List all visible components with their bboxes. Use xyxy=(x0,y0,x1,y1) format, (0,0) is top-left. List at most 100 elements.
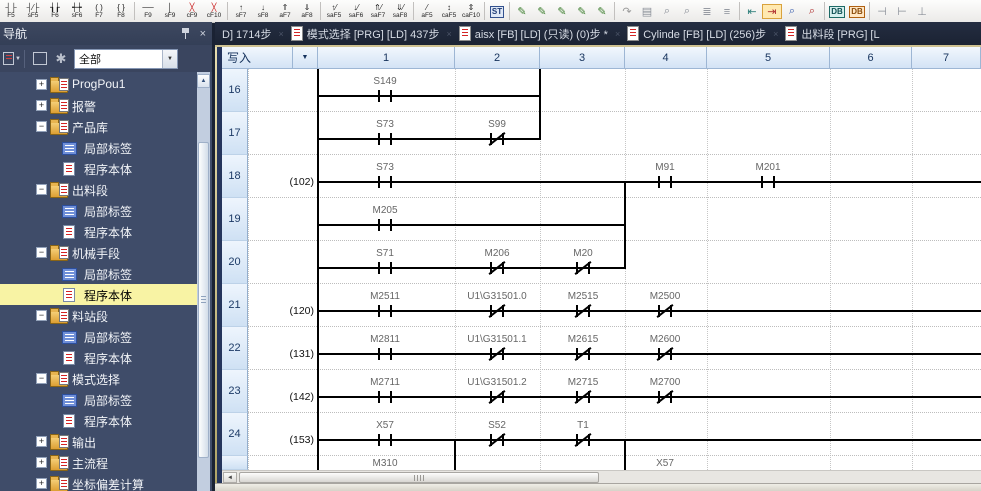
row-number-24[interactable]: 24 xyxy=(222,413,248,456)
collapse-all-button[interactable] xyxy=(31,50,49,68)
expand-plus-icon[interactable]: + xyxy=(36,478,47,489)
tree-item[interactable]: 局部标签 xyxy=(0,326,197,347)
tab-5[interactable]: 出料段 [PRG] [L xyxy=(778,22,886,45)
tree-item[interactable]: 程序本体 xyxy=(0,347,197,368)
scroll-left-arrow-icon[interactable]: ◄ xyxy=(223,472,237,483)
pin-icon[interactable] xyxy=(181,28,190,39)
find-in-document-icon[interactable]: ⌕ xyxy=(657,5,677,18)
device-batch-monitor-icon[interactable]: DB xyxy=(827,5,847,18)
toolbar-button-F7[interactable]: ( ) F7 xyxy=(88,0,110,22)
open-contact[interactable] xyxy=(378,133,380,145)
tree-item[interactable]: 程序本体 xyxy=(0,221,197,242)
expand-plus-icon[interactable]: + xyxy=(36,457,47,468)
add-line-icon[interactable]: ≣ xyxy=(697,5,717,18)
toolbar-button-aF7[interactable]: ⇑ aF7 xyxy=(274,0,296,22)
toolbar-button-aF5[interactable]: ⁄ aF5 xyxy=(416,0,438,22)
row-number-21[interactable]: 21 xyxy=(222,284,248,327)
ladder-scrollbar-thumb[interactable] xyxy=(239,472,599,483)
gear-icon[interactable]: ✱ xyxy=(52,50,70,68)
open-contact[interactable] xyxy=(390,434,392,446)
edit-statement-icon[interactable]: ✎ xyxy=(592,5,612,18)
expand-plus-icon[interactable]: + xyxy=(36,79,47,90)
redo-icon[interactable]: ↷ xyxy=(617,5,637,18)
toolbar-button-sF5[interactable]: ┤⁄├ sF5 xyxy=(22,0,44,22)
toolbar-button-saF6[interactable]: ↓⁄ saF6 xyxy=(345,0,367,22)
scroll-up-arrow-icon[interactable]: ▲ xyxy=(197,74,210,88)
row-number-17[interactable]: 17 xyxy=(222,112,248,155)
remove-line-icon[interactable]: ≡ xyxy=(717,6,737,18)
edit-coil-icon[interactable]: ✎ xyxy=(552,5,572,18)
header-dropdown-button[interactable]: ▼ xyxy=(293,47,318,69)
chevron-down-icon[interactable]: ▼ xyxy=(162,49,177,68)
edit-open-branch-icon[interactable]: ✎ xyxy=(532,5,552,18)
open-contact[interactable] xyxy=(378,219,380,231)
expand-plus-icon[interactable]: + xyxy=(36,436,47,447)
collapse-minus-icon[interactable]: − xyxy=(36,310,47,321)
tree-item[interactable]: + 主流程 xyxy=(0,452,197,473)
device-batch-replace-icon[interactable]: DB xyxy=(847,5,867,18)
toolbar-button-F5[interactable]: ┤├ F5 xyxy=(0,0,22,22)
tree-item-selected[interactable]: 程序本体 xyxy=(0,284,197,305)
open-contact[interactable] xyxy=(773,176,775,188)
tree-scrollbar-thumb[interactable] xyxy=(198,142,209,458)
collapse-minus-icon[interactable]: − xyxy=(36,247,47,258)
open-contact[interactable] xyxy=(390,305,392,317)
tree-item[interactable]: + ProgPou1 xyxy=(0,74,197,95)
open-contact[interactable] xyxy=(378,176,380,188)
open-contact[interactable] xyxy=(378,434,380,446)
tree-item[interactable]: 局部标签 xyxy=(0,137,197,158)
tab-2[interactable]: 模式选择 [PRG] [LD] 437步 xyxy=(284,22,447,45)
open-contact[interactable] xyxy=(378,305,380,317)
collapse-minus-icon[interactable]: − xyxy=(36,373,47,384)
toolbar-button-aF8[interactable]: ⇓ aF8 xyxy=(296,0,318,22)
dock-right-icon[interactable]: ⊢ xyxy=(892,5,912,18)
tab-4[interactable]: Cylinde [FB] [LD] (256)步 xyxy=(620,22,773,45)
open-contact[interactable] xyxy=(390,133,392,145)
toolbar-button-cF10[interactable]: ╳ cF10 xyxy=(203,0,225,22)
edit-contact-icon[interactable]: ✎ xyxy=(512,5,532,18)
zoom-document-icon[interactable]: ⌕ xyxy=(782,5,802,18)
open-contact[interactable] xyxy=(378,90,380,102)
tree-item[interactable]: + 坐标偏差计算 xyxy=(0,473,197,491)
find-next-document-icon[interactable]: ⌕ xyxy=(677,5,697,18)
dock-bottom-icon[interactable]: ⊥ xyxy=(912,5,932,18)
row-number-20[interactable]: 20 xyxy=(222,241,248,284)
toolbar-button-sF9[interactable]: │ sF9 xyxy=(159,0,181,22)
toolbar-button-saF8[interactable]: ⇓⁄ saF8 xyxy=(389,0,411,22)
tree-item[interactable]: 程序本体 xyxy=(0,158,197,179)
open-contact[interactable] xyxy=(378,348,380,360)
tree-item[interactable]: + 输出 xyxy=(0,431,197,452)
row-number-19[interactable]: 19 xyxy=(222,198,248,241)
toolbar-button-saF5[interactable]: ↑⁄ saF5 xyxy=(323,0,345,22)
tree-vertical-scrollbar[interactable]: ▲ xyxy=(197,72,210,491)
tree-item[interactable]: − 机械手段 xyxy=(0,242,197,263)
open-contact[interactable] xyxy=(761,176,763,188)
expand-plus-icon[interactable]: + xyxy=(36,100,47,111)
ladder-editor[interactable]: 写入 ▼ 1 2 3 4 5 6 7 16 S149 17 S73 S99 18 (102) S73 M91 M20… xyxy=(222,47,981,470)
dock-left-icon[interactable]: ⊣ xyxy=(872,5,892,18)
tree-item[interactable]: 局部标签 xyxy=(0,200,197,221)
open-contact[interactable] xyxy=(390,219,392,231)
edit-device-comment-icon[interactable]: ✎ xyxy=(572,5,592,18)
collapse-minus-icon[interactable]: − xyxy=(36,184,47,195)
toolbar-button-sF6[interactable]: ┽┾ sF6 xyxy=(66,0,88,22)
open-contact[interactable] xyxy=(390,348,392,360)
open-contact[interactable] xyxy=(378,391,380,403)
tree-item[interactable]: − 模式选择 xyxy=(0,368,197,389)
row-number-16[interactable]: 16 xyxy=(222,69,248,112)
outline-collapse-icon[interactable]: ⇤ xyxy=(742,5,762,18)
open-contact[interactable] xyxy=(658,176,660,188)
outline-expand-icon[interactable]: ⇥ xyxy=(762,4,782,19)
tree-item[interactable]: 局部标签 xyxy=(0,263,197,284)
tree-item[interactable]: 程序本体 xyxy=(0,410,197,431)
st-editor-icon[interactable]: ST xyxy=(487,5,507,18)
toolbar-button-F6[interactable]: ┧┟ F6 xyxy=(44,0,66,22)
tree-item[interactable]: − 料站段 xyxy=(0,305,197,326)
open-contact[interactable] xyxy=(390,262,392,274)
zoom-document-alt-icon[interactable]: ⌕ xyxy=(802,5,822,18)
tab-3[interactable]: aisx [FB] [LD] (只读) (0)步 * xyxy=(452,22,615,45)
open-contact[interactable] xyxy=(670,176,672,188)
collapse-minus-icon[interactable]: − xyxy=(36,121,47,132)
row-number-22[interactable]: 22 xyxy=(222,327,248,370)
row-number-partial[interactable] xyxy=(222,456,248,470)
